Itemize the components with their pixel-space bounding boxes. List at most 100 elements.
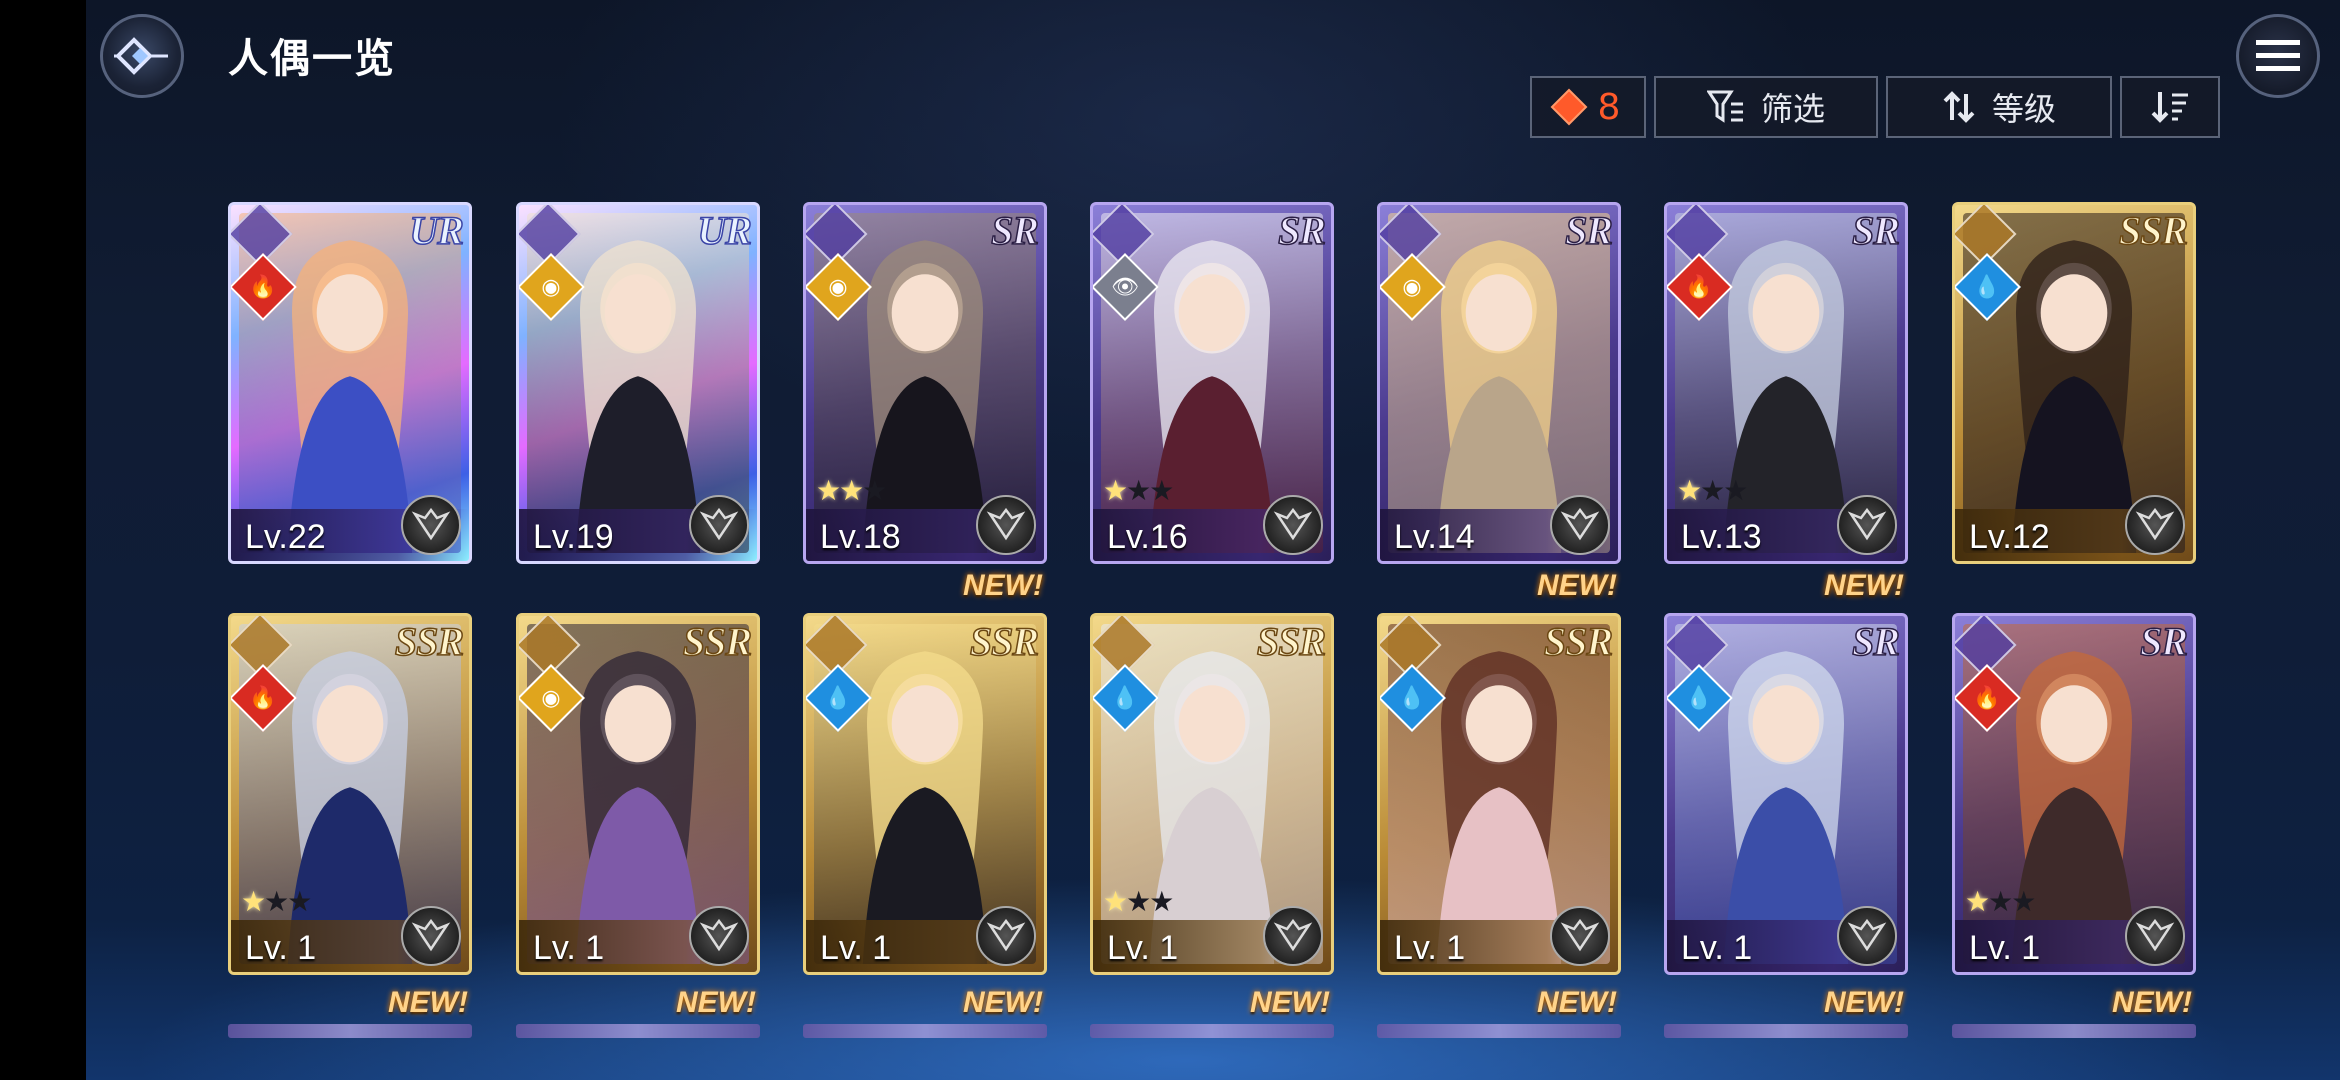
rarity-label: SR	[1851, 207, 1900, 254]
wing-emblem-icon	[689, 906, 749, 966]
level-label: Lv.22	[245, 518, 326, 556]
doll-card[interactable]: SR 🔥 ★★★ Lv.13	[1664, 202, 1908, 564]
star-filled-icon: ★	[839, 475, 864, 506]
rarity-label: SSR	[682, 618, 753, 665]
star-rating: ★★★	[1965, 885, 2036, 918]
sort-arrows-icon	[1943, 91, 1975, 123]
menu-button[interactable]	[2236, 14, 2320, 98]
rarity-label: UR	[409, 207, 465, 254]
new-tag: NEW!	[1824, 986, 1904, 1019]
star-empty-icon: ★	[1700, 475, 1725, 506]
level-label: Lv.12	[1969, 518, 2050, 556]
new-tag: NEW!	[2112, 986, 2192, 1019]
star-empty-icon: ★	[1149, 475, 1174, 506]
star-rating: ★★★	[241, 885, 312, 918]
doll-card[interactable]: SSR 🔥 ★★★ Lv. 1	[228, 613, 472, 975]
sort-descending-icon	[2151, 92, 2188, 123]
new-tag: NEW!	[676, 986, 756, 1019]
doll-card[interactable]: UR 🔥 Lv.22	[228, 202, 472, 564]
doll-card[interactable]: SR ◉ ★★★ Lv.18	[803, 202, 1047, 564]
star-rating: ★★★	[1103, 885, 1174, 918]
next-row-card-edge[interactable]	[1090, 1024, 1334, 1038]
next-row-card-edge[interactable]	[1952, 1024, 2196, 1038]
new-tag: NEW!	[388, 986, 468, 1019]
wing-emblem-icon	[2125, 906, 2185, 966]
level-label: Lv.13	[1681, 518, 1762, 556]
star-empty-icon: ★	[1126, 886, 1151, 917]
doll-card[interactable]: SSR 💧 Lv.12	[1952, 202, 2196, 564]
rarity-label: SSR	[1256, 618, 1327, 665]
rarity-label: SR	[1277, 207, 1326, 254]
level-label: Lv.16	[1107, 518, 1188, 556]
new-tag: NEW!	[1537, 986, 1617, 1019]
doll-card[interactable]: SR 🔥 ★★★ Lv. 1	[1952, 613, 2196, 975]
next-row-card-edge[interactable]	[228, 1024, 472, 1038]
star-filled-icon: ★	[816, 475, 841, 506]
level-label: Lv.19	[533, 518, 614, 556]
doll-count-badge: 8	[1530, 76, 1646, 138]
rarity-label: SR	[2139, 618, 2188, 665]
rarity-label: SR	[1851, 618, 1900, 665]
star-empty-icon: ★	[1723, 475, 1748, 506]
level-label: Lv. 1	[1394, 929, 1466, 967]
level-label: Lv. 1	[820, 929, 892, 967]
wing-emblem-icon	[1837, 495, 1897, 555]
filter-button[interactable]: 筛选	[1654, 76, 1878, 138]
star-empty-icon: ★	[862, 475, 887, 506]
star-rating: ★★★	[816, 474, 887, 507]
doll-list-screen: 人偶一览 8 筛选 等级 UR 🔥 Lv.22 UR ◉ Lv.19 SR ◉ …	[86, 0, 2340, 1080]
doll-card[interactable]: SSR 💧 ★★★ Lv. 1	[1090, 613, 1334, 975]
new-tag: NEW!	[963, 986, 1043, 1019]
wing-emblem-icon	[976, 906, 1036, 966]
next-row-card-edge[interactable]	[516, 1024, 760, 1038]
level-label: Lv. 1	[533, 929, 605, 967]
wing-emblem-icon	[1263, 495, 1323, 555]
page-title: 人偶一览	[228, 36, 396, 82]
level-label: Lv.14	[1394, 518, 1475, 556]
new-tag: NEW!	[1250, 986, 1330, 1019]
wing-emblem-icon	[1550, 906, 1610, 966]
level-label: Lv. 1	[1969, 929, 2041, 967]
doll-count: 8	[1597, 86, 1621, 128]
rarity-label: SSR	[2118, 207, 2189, 254]
back-button[interactable]	[100, 14, 184, 98]
star-filled-icon: ★	[1103, 886, 1128, 917]
star-empty-icon: ★	[264, 886, 289, 917]
next-row-card-edge[interactable]	[1664, 1024, 1908, 1038]
star-empty-icon: ★	[287, 886, 312, 917]
star-filled-icon: ★	[1965, 886, 1990, 917]
sort-label: 等级	[1991, 90, 2056, 128]
doll-card[interactable]: SSR ◉ Lv. 1	[516, 613, 760, 975]
filter-icon	[1706, 90, 1743, 123]
star-empty-icon: ★	[1988, 886, 2013, 917]
new-tag: NEW!	[963, 569, 1043, 602]
star-rating: ★★★	[1677, 474, 1748, 507]
doll-card[interactable]: SR 💧 Lv. 1	[1664, 613, 1908, 975]
wing-emblem-icon	[976, 495, 1036, 555]
star-empty-icon: ★	[1126, 475, 1151, 506]
rarity-label: UR	[697, 207, 753, 254]
wing-emblem-icon	[689, 495, 749, 555]
wing-emblem-icon	[1550, 495, 1610, 555]
sort-by-level-button[interactable]: 等级	[1886, 76, 2112, 138]
doll-card[interactable]: SR 👁 ★★★ Lv.16	[1090, 202, 1334, 564]
next-row-card-edge[interactable]	[803, 1024, 1047, 1038]
next-row-card-edge[interactable]	[1377, 1024, 1621, 1038]
star-filled-icon: ★	[1677, 475, 1702, 506]
level-label: Lv. 1	[245, 929, 317, 967]
level-label: Lv.18	[820, 518, 901, 556]
level-label: Lv. 1	[1107, 929, 1179, 967]
sort-order-button[interactable]	[2120, 76, 2220, 138]
star-empty-icon: ★	[2011, 886, 2036, 917]
doll-card[interactable]: UR ◉ Lv.19	[516, 202, 760, 564]
diamond-icon	[1550, 88, 1587, 126]
wing-emblem-icon	[1837, 906, 1897, 966]
doll-card[interactable]: SR ◉ Lv.14	[1377, 202, 1621, 564]
star-filled-icon: ★	[241, 886, 266, 917]
rarity-label: SSR	[394, 618, 465, 665]
hamburger-menu-icon	[2256, 40, 2300, 71]
doll-card[interactable]: SSR 💧 Lv. 1	[803, 613, 1047, 975]
new-tag: NEW!	[1537, 569, 1617, 602]
wing-emblem-icon	[401, 906, 461, 966]
doll-card[interactable]: SSR 💧 Lv. 1	[1377, 613, 1621, 975]
